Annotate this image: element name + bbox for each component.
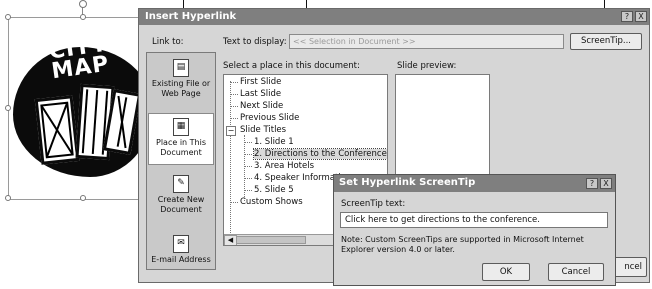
link-to-label: Link to: (152, 37, 184, 47)
select-place-label: Select a place in this document: (223, 61, 360, 71)
help-icon: ? (589, 179, 595, 188)
city-map-clipart[interactable]: CITY MAP (5, 0, 158, 201)
resize-handle-top-left[interactable] (5, 14, 11, 20)
screentip-titlebar: Set Hyperlink ScreenTip ? X (334, 175, 615, 192)
resize-handle-bottom[interactable] (80, 195, 86, 201)
tree-guide (230, 82, 238, 83)
email-address-icon: ✉ (173, 235, 189, 253)
link-option-label: Existing File or Web Page (151, 79, 211, 98)
tree-guide (230, 202, 238, 203)
tree-guide (244, 142, 252, 143)
link-option-place-in-document[interactable]: ▦ Place in This Document (148, 113, 214, 165)
screentip-button[interactable]: ScreenTip... (570, 33, 642, 50)
help-button[interactable]: ? (621, 11, 633, 22)
screentip-text-label: ScreenTip text: (341, 199, 406, 209)
tree-item-custom-shows[interactable]: Custom Shows (240, 197, 303, 207)
tree-item-slide-titles[interactable]: Slide Titles (240, 125, 286, 135)
link-option-create-new[interactable]: ✎ Create New Document (148, 175, 214, 215)
tree-item-slide-3[interactable]: 3. Area Hotels (254, 161, 314, 171)
link-option-label: Place in This Document (156, 138, 206, 157)
scroll-thumb[interactable] (236, 236, 306, 244)
close-icon: X (603, 179, 609, 188)
place-in-document-icon: ▦ (173, 118, 189, 136)
ok-button[interactable]: OK (482, 263, 530, 281)
tree-guide (244, 166, 252, 167)
cancel-button[interactable]: Cancel (548, 263, 604, 281)
collapse-icon[interactable]: − (226, 126, 236, 136)
link-option-existing-file[interactable]: ▤ Existing File or Web Page (148, 59, 214, 99)
slide-preview-label: Slide preview: (397, 61, 457, 71)
map-lines-icon (40, 101, 74, 159)
resize-handle-bottom-left[interactable] (5, 195, 11, 201)
tree-guide (244, 135, 245, 201)
map-card-left (34, 95, 80, 165)
tree-item-previous-slide[interactable]: Previous Slide (240, 113, 299, 123)
tree-guide (230, 118, 238, 119)
tree-item-first-slide[interactable]: First Slide (240, 77, 281, 87)
link-option-label: E-mail Address (151, 255, 211, 264)
close-icon: X (638, 12, 644, 21)
tree-item-slide-1[interactable]: 1. Slide 1 (254, 137, 294, 147)
screentip-close-button[interactable]: X (600, 178, 612, 189)
text-to-display-field[interactable]: << Selection in Document >> (289, 34, 564, 49)
tree-guide (244, 178, 252, 179)
help-icon: ? (624, 12, 630, 21)
screentip-note: Note: Custom ScreenTips are supported in… (341, 235, 584, 254)
tree-guide (230, 81, 231, 241)
dialog-titlebar: Insert Hyperlink ? X (139, 9, 649, 25)
create-new-document-icon: ✎ (173, 175, 189, 193)
text-to-display-label: Text to display: (223, 37, 287, 47)
link-option-label: Create New Document (157, 195, 205, 214)
screentip-help-button[interactable]: ? (586, 178, 598, 189)
tree-item-last-slide[interactable]: Last Slide (240, 89, 281, 99)
screentip-text-input[interactable]: Click here to get directions to the conf… (340, 212, 608, 228)
screentip-dialog-title: Set Hyperlink ScreenTip (339, 177, 476, 188)
tree-guide (244, 190, 252, 191)
tree-guide (244, 154, 252, 155)
link-option-email[interactable]: ✉ E-mail Address (148, 235, 214, 265)
close-button[interactable]: X (635, 11, 647, 22)
tree-item-slide-2[interactable]: 2. Directions to the Conference (253, 148, 387, 160)
tree-item-next-slide[interactable]: Next Slide (240, 101, 283, 111)
rotation-handle[interactable] (79, 0, 87, 8)
dialog-title: Insert Hyperlink (145, 11, 237, 22)
tree-item-slide-5[interactable]: 5. Slide 5 (254, 185, 294, 195)
tree-guide (230, 94, 238, 95)
existing-file-icon: ▤ (173, 59, 189, 77)
tree-guide (230, 106, 238, 107)
set-screentip-dialog: Set Hyperlink ScreenTip ? X ScreenTip te… (333, 174, 616, 286)
resize-handle-top[interactable] (80, 14, 86, 20)
resize-handle-left[interactable] (5, 105, 11, 111)
link-to-bar: ▤ Existing File or Web Page ▦ Place in T… (146, 52, 216, 270)
